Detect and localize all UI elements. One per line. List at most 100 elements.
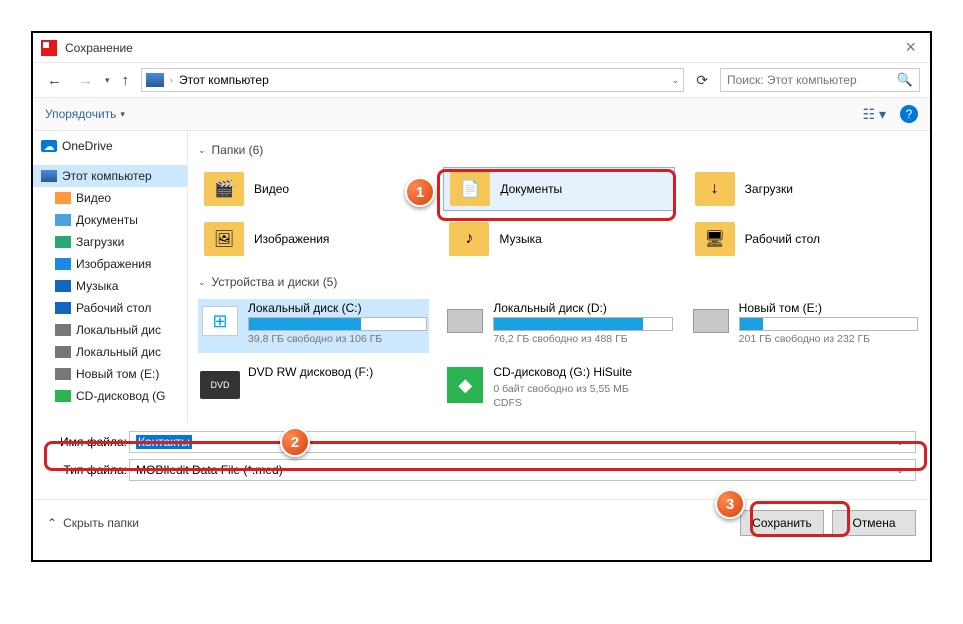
- folder-item[interactable]: ↓ Загрузки: [689, 167, 920, 211]
- drive-icon: ⊞: [200, 301, 240, 341]
- sidebar-label: Документы: [76, 213, 138, 227]
- collapse-icon: ⌄: [198, 145, 206, 156]
- drive-item[interactable]: ◆CD-дисковод (G:) HiSuite0 байт свободно…: [443, 363, 674, 417]
- view-options-button[interactable]: ☷ ▾: [863, 106, 886, 123]
- drive-item[interactable]: Локальный диск (D:)76,2 ГБ свободно из 4…: [443, 299, 674, 353]
- sidebar-item[interactable]: CD-дисковод (G: [33, 385, 187, 407]
- filetype-label: Тип файла:: [47, 463, 129, 477]
- callout-3: 3: [715, 489, 745, 519]
- drive-usage-bar: [493, 317, 672, 331]
- drive-free: 39,8 ГБ свободно из 106 ГБ: [248, 333, 427, 345]
- drive-free: 201 ГБ свободно из 232 ГБ: [739, 333, 918, 345]
- folder-icon: [55, 346, 71, 358]
- sidebar-item[interactable]: Локальный дис: [33, 341, 187, 363]
- folders-grid: 🎬 Видео 📄Документы ↓ Загрузки 🖼Изображения ♪Му…: [198, 167, 920, 261]
- folder-label: Музыка: [499, 232, 541, 246]
- sidebar-item[interactable]: Новый том (E:): [33, 363, 187, 385]
- sidebar-item[interactable]: Загрузки: [33, 231, 187, 253]
- cancel-button[interactable]: Отмена: [832, 510, 916, 536]
- drive-icon: [445, 301, 485, 341]
- dialog-window: Сохранение × ← → ▾ ↑ › Этот компьютер ⌄ …: [31, 31, 932, 562]
- save-button[interactable]: Сохранить: [740, 510, 824, 536]
- sidebar-label: Новый том (E:): [76, 367, 159, 381]
- drive-usage-bar: [739, 317, 918, 331]
- navbar: ← → ▾ ↑ › Этот компьютер ⌄ ⟳ 🔍: [33, 63, 930, 97]
- folder-icon: 🎬: [204, 172, 244, 206]
- filetype-select[interactable]: MOBIledit Data File (*.med) ⌄: [129, 459, 916, 481]
- drive-free: 0 байт свободно из 5,55 МБ: [493, 383, 672, 395]
- folder-icon: [55, 368, 71, 380]
- up-button[interactable]: ↑: [118, 70, 134, 91]
- filename-input[interactable]: Контакты ⌄: [129, 431, 916, 453]
- organize-button[interactable]: Упорядочить ▾: [45, 107, 125, 121]
- folder-item[interactable]: 🖥Рабочий стол: [689, 217, 920, 261]
- app-icon: [41, 40, 57, 56]
- sidebar-item[interactable]: Рабочий стол: [33, 297, 187, 319]
- address-dropdown[interactable]: ⌄: [672, 75, 680, 86]
- location-icon: [146, 73, 164, 87]
- window-title: Сохранение: [65, 41, 133, 55]
- group-header-folders[interactable]: ⌄ Папки (6): [198, 143, 920, 157]
- drive-name: Локальный диск (C:): [248, 301, 427, 315]
- sidebar-item[interactable]: Документы: [33, 209, 187, 231]
- close-button[interactable]: ×: [899, 37, 922, 58]
- sidebar-label: Рабочий стол: [76, 301, 151, 315]
- folder-icon: [55, 258, 71, 270]
- forward-button[interactable]: →: [74, 70, 97, 91]
- address-bar[interactable]: › Этот компьютер ⌄: [141, 68, 684, 92]
- drive-icon: [691, 301, 731, 341]
- search-input[interactable]: [727, 73, 897, 87]
- sidebar-item[interactable]: Видео: [33, 187, 187, 209]
- drive-icon: DVD: [200, 365, 240, 405]
- chevron-up-icon: ⌃: [47, 516, 57, 530]
- group-title: Устройства и диски (5): [212, 275, 338, 289]
- drive-icon: ◆: [445, 365, 485, 405]
- search-icon: 🔍: [897, 72, 913, 88]
- filename-row: Имя файла: Контакты ⌄: [47, 431, 916, 453]
- thispc-icon: [41, 170, 57, 182]
- hide-folders-button[interactable]: ⌃ Скрыть папки: [47, 516, 139, 530]
- sidebar-label: Локальный дис: [76, 345, 161, 359]
- sidebar-label: Изображения: [76, 257, 151, 271]
- breadcrumb[interactable]: Этот компьютер: [179, 73, 269, 87]
- main-pane: ⌄ Папки (6) 🎬 Видео 📄Документы ↓ Загрузки 🖼Из…: [188, 131, 930, 423]
- folder-icon: [55, 236, 71, 248]
- drive-fs: CDFS: [493, 397, 672, 409]
- help-button[interactable]: ?: [900, 105, 918, 123]
- search-box[interactable]: 🔍: [720, 68, 920, 92]
- drives-grid: ⊞ Локальный диск (C:) 39,8 ГБ свободно из …: [198, 299, 920, 417]
- filetype-value: MOBIledit Data File (*.med): [136, 463, 283, 477]
- toolbar: Упорядочить ▾ ☷ ▾ ?: [33, 97, 930, 131]
- folder-label: Загрузки: [745, 182, 793, 196]
- folder-icon: [55, 390, 71, 402]
- drive-usage-bar: [248, 317, 427, 331]
- back-button[interactable]: ←: [43, 70, 66, 91]
- folder-item[interactable]: 🎬 Видео: [198, 167, 429, 211]
- refresh-button[interactable]: ⟳: [692, 72, 712, 89]
- sidebar-item[interactable]: Музыка: [33, 275, 187, 297]
- drive-item[interactable]: ⊞ Локальный диск (C:) 39,8 ГБ свободно из …: [198, 299, 429, 353]
- sidebar-item-thispc[interactable]: Этот компьютер: [33, 165, 187, 187]
- folder-item[interactable]: 📄Документы: [443, 167, 674, 211]
- history-dropdown[interactable]: ▾: [105, 75, 110, 86]
- drive-name: DVD RW дисковод (F:): [248, 365, 427, 379]
- group-header-drives[interactable]: ⌄ Устройства и диски (5): [198, 275, 920, 289]
- callout-2: 2: [280, 427, 310, 457]
- sidebar-item-onedrive[interactable]: ☁ OneDrive: [33, 135, 187, 157]
- chevron-down-icon[interactable]: ⌄: [891, 465, 909, 476]
- titlebar: Сохранение ×: [33, 33, 930, 63]
- drive-item[interactable]: DVD DVD RW дисковод (F:): [198, 363, 429, 417]
- folder-item[interactable]: 🖼Изображения: [198, 217, 429, 261]
- sidebar-item[interactable]: Изображения: [33, 253, 187, 275]
- group-title: Папки (6): [212, 143, 264, 157]
- body: ☁ OneDrive Этот компьютер Видео Документы…: [33, 131, 930, 423]
- drive-name: Локальный диск (D:): [493, 301, 672, 315]
- sidebar-label: Загрузки: [76, 235, 124, 249]
- sidebar-item[interactable]: Локальный дис: [33, 319, 187, 341]
- folder-icon: ↓: [695, 172, 735, 206]
- drive-item[interactable]: Новый том (E:)201 ГБ свободно из 232 ГБ: [689, 299, 920, 353]
- folder-item[interactable]: ♪Музыка: [443, 217, 674, 261]
- hide-folders-label: Скрыть папки: [63, 516, 139, 530]
- folder-label: Видео: [254, 182, 289, 196]
- chevron-down-icon[interactable]: ⌄: [891, 437, 909, 448]
